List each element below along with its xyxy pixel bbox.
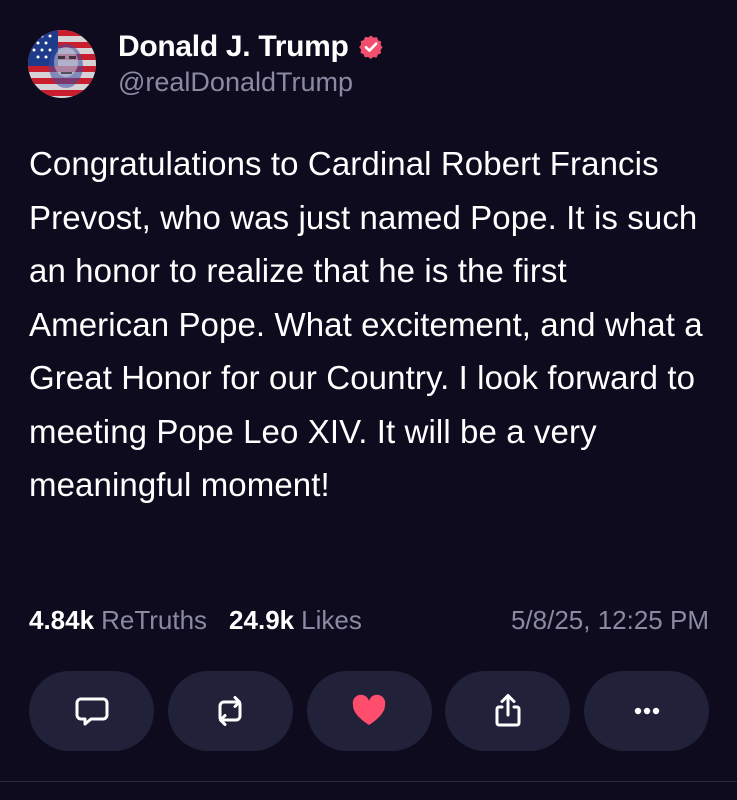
- reply-button[interactable]: [29, 671, 154, 751]
- likes-count: 24.9k: [229, 604, 295, 635]
- retruths-count: 4.84k: [29, 604, 95, 635]
- author-names: Donald J. Trump @realDonaldTrump: [118, 30, 384, 98]
- likes-stat[interactable]: 24.9k Likes: [229, 605, 362, 636]
- post-text: Congratulations to Cardinal Robert Franc…: [29, 145, 703, 503]
- display-name-row: Donald J. Trump: [118, 30, 384, 64]
- avatar[interactable]: [28, 30, 96, 98]
- heart-icon: [352, 694, 386, 725]
- retruths-label: ReTruths: [101, 604, 208, 635]
- like-button[interactable]: [306, 671, 432, 751]
- share-icon: [495, 694, 521, 727]
- retruths-stat[interactable]: 4.84k ReTruths: [29, 605, 207, 636]
- share-button[interactable]: [445, 671, 571, 751]
- action-bar: [29, 671, 709, 751]
- comment-icon: [75, 697, 108, 726]
- post-header: Donald J. Trump @realDonaldTrump: [28, 24, 384, 104]
- more-button[interactable]: [584, 671, 709, 751]
- author-handle[interactable]: @realDonaldTrump: [118, 67, 384, 98]
- verified-badge-icon: [358, 34, 384, 60]
- likes-label: Likes: [301, 604, 362, 635]
- retruth-button[interactable]: [167, 671, 293, 751]
- post-timestamp: 5/8/25, 12:25 PM: [510, 604, 709, 635]
- repost-icon: [218, 696, 242, 726]
- display-name[interactable]: Donald J. Trump: [118, 30, 349, 64]
- more-icon: [634, 707, 659, 715]
- divider: [0, 781, 737, 782]
- flag-portrait-avatar-icon: [28, 30, 96, 98]
- post-stats: 4.84k ReTruths 24.9k Likes 5/8/25, 12:25…: [29, 600, 709, 640]
